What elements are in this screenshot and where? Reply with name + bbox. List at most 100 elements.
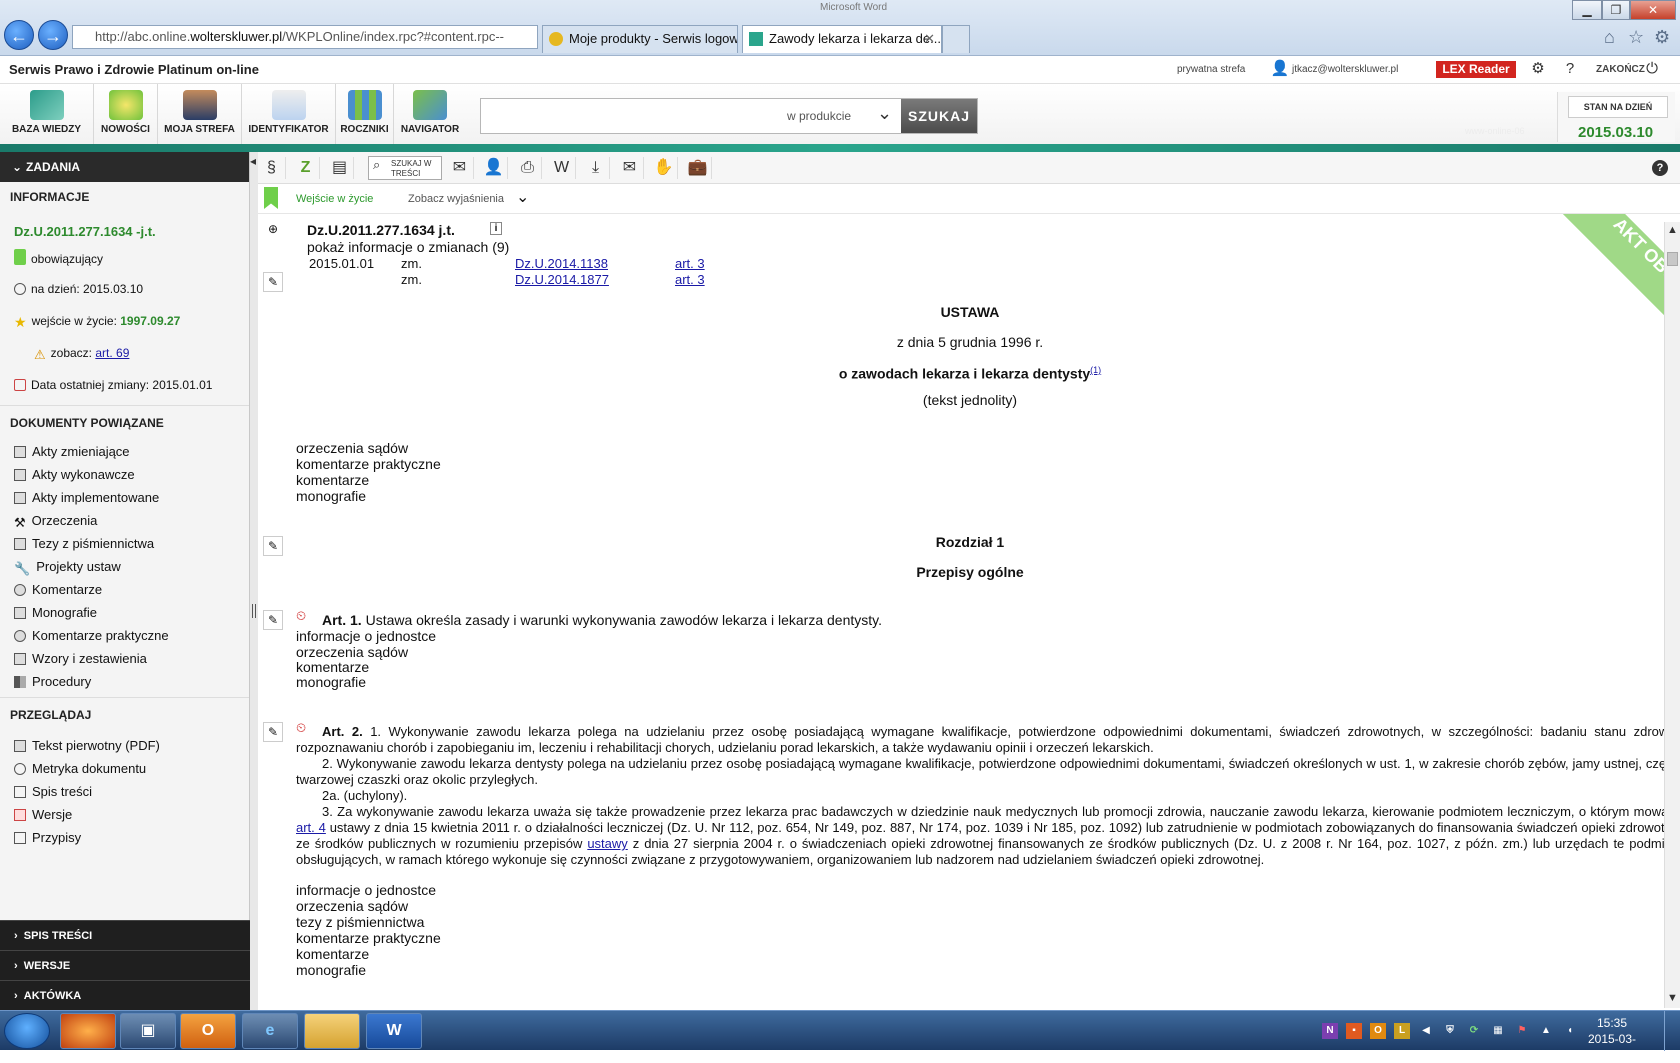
add-note-icon[interactable]: ✎ — [263, 610, 283, 630]
search-in-text-button[interactable]: ⌕ SZUKAJ W TREŚCI — [368, 156, 442, 180]
wersje-panel[interactable]: › WERSJE — [0, 950, 250, 980]
help-icon[interactable]: ? — [1560, 59, 1580, 79]
add-note-icon[interactable]: ✎ — [263, 272, 283, 292]
user-check-icon[interactable]: 👤 — [480, 157, 508, 179]
change-ref-link[interactable]: Dz.U.2014.1877 — [515, 272, 609, 288]
wejscie-tab[interactable]: Wejście w życie — [296, 193, 373, 205]
show-desktop-button[interactable] — [1664, 1011, 1680, 1051]
explorer-folder-icon[interactable] — [304, 1013, 360, 1049]
nav-roczniki[interactable]: ROCZNIKI — [336, 84, 394, 144]
nav-navigator[interactable]: NAVIGATOR — [394, 84, 466, 144]
link-monografie[interactable]: monografie — [296, 962, 366, 978]
link-informacje-jednostka[interactable]: informacje o jednostce — [296, 628, 436, 644]
browser-tab-zawody[interactable]: Zawody lekarza i lekarza de... ✕ — [742, 25, 942, 53]
firefox-icon[interactable] — [60, 1013, 116, 1049]
network-icon[interactable]: ▦ — [1490, 1023, 1506, 1039]
new-tab-button[interactable] — [942, 25, 970, 53]
link-monografie[interactable]: monografie — [296, 488, 366, 504]
chevron-down-icon[interactable]: ⌄ — [516, 187, 529, 207]
gear-icon[interactable]: ⚙ — [1528, 59, 1548, 79]
sidebar-item-projekty-ustaw[interactable]: 🔧 Projekty ustaw — [0, 555, 249, 578]
sidebar-item-wzory[interactable]: Wzory i zestawienia — [0, 647, 249, 670]
sidebar-item-monografie[interactable]: Monografie — [0, 601, 249, 624]
sidebar-item-komentarze-praktyczne[interactable]: Komentarze praktyczne — [0, 624, 249, 647]
volume-icon[interactable]: ◀ — [1418, 1023, 1434, 1039]
lex-tray-icon[interactable]: L — [1394, 1023, 1410, 1039]
nav-nowosci[interactable]: NOWOŚCI — [94, 84, 158, 144]
nav-baza-wiedzy[interactable]: BAZA WIEDZY — [0, 84, 94, 144]
back-button[interactable]: ← — [4, 20, 34, 50]
help-icon[interactable]: ? — [1652, 160, 1668, 176]
paragraph-icon[interactable]: § — [258, 157, 286, 179]
close-window-icon[interactable]: ✕ — [1630, 0, 1676, 20]
stan-na-dzien-button[interactable]: STAN NA DZIEŃ — [1568, 96, 1668, 118]
link-komentarze-praktyczne[interactable]: komentarze praktyczne — [296, 930, 441, 946]
wifi-icon[interactable]: ▲ — [1538, 1023, 1554, 1039]
sidebar-item-akty-implementowane[interactable]: Akty implementowane — [0, 486, 249, 509]
zobacz-art-link[interactable]: art. 69 — [95, 346, 129, 360]
sidebar-item-akty-wykonawcze[interactable]: Akty wykonawcze — [0, 463, 249, 486]
pokaz-zmiany-link[interactable]: pokaż informacje o zmianach (9) — [307, 239, 509, 255]
home-icon[interactable]: ⌂ — [1604, 27, 1615, 48]
link-orzeczenia[interactable]: orzeczenia sądów — [296, 644, 408, 660]
link-orzeczenia[interactable]: orzeczenia sądów — [296, 898, 408, 914]
browser-tab-moje-produkty[interactable]: Moje produkty - Serwis logow... — [542, 25, 738, 53]
document-view-icon[interactable]: ▤ — [326, 157, 354, 179]
outlook-icon[interactable]: O — [180, 1013, 236, 1049]
sidebar-item-procedury[interactable]: Procedury — [0, 670, 249, 693]
scroll-thumb[interactable] — [1667, 252, 1678, 266]
print-icon[interactable]: ⎙ — [514, 157, 542, 179]
footnote-link[interactable]: (1) — [1090, 365, 1101, 375]
word-icon[interactable]: W — [366, 1013, 422, 1049]
mail-icon[interactable]: ✉ — [446, 157, 474, 179]
nav-identyfikator[interactable]: IDENTYFIKATOR — [242, 84, 336, 144]
sidebar-item-wersje[interactable]: Wersje — [0, 803, 249, 826]
add-note-icon[interactable]: ⊕ — [263, 220, 283, 240]
onenote-tray-icon[interactable]: N — [1322, 1023, 1338, 1039]
link-orzeczenia[interactable]: orzeczenia sądów — [296, 440, 408, 456]
splitter-handle-icon[interactable] — [252, 604, 256, 618]
search-scope-select[interactable]: w produkcie — [787, 109, 851, 123]
sidebar-item-metryka[interactable]: Metryka dokumentu — [0, 757, 249, 780]
monitor-app-icon[interactable]: ▣ — [120, 1013, 176, 1049]
internet-explorer-icon[interactable]: e — [242, 1013, 298, 1049]
scroll-down-icon[interactable]: ▼ — [1667, 992, 1678, 1004]
search-input[interactable] — [485, 103, 775, 129]
change-art-link[interactable]: art. 3 — [675, 272, 705, 288]
speaker-icon[interactable]: ◖ — [1562, 1023, 1578, 1039]
sidebar-item-spis-tresci[interactable]: Spis treści — [0, 780, 249, 803]
prywatna-strefa-link[interactable]: prywatna strefa — [1177, 64, 1245, 75]
word-export-icon[interactable]: W — [548, 157, 576, 179]
close-tab-icon[interactable]: ✕ — [924, 26, 935, 52]
link-monografie[interactable]: monografie — [296, 674, 366, 690]
address-bar[interactable]: http://abc.online.wolterskluwer.pl/WKPLO… — [72, 25, 538, 49]
sidebar-item-tekst-pierwotny[interactable]: Tekst pierwotny (PDF) — [0, 734, 249, 757]
shield-icon[interactable]: ⛨ — [1442, 1023, 1458, 1039]
link-tezy[interactable]: tezy z piśmiennictwa — [296, 914, 424, 930]
sidebar-item-orzeczenia[interactable]: ⚒ Orzeczenia — [0, 509, 249, 532]
zadania-header[interactable]: ⌄ ZADANIA — [0, 152, 249, 182]
collapse-icon[interactable]: ◂ — [250, 154, 256, 168]
zakoncz-button[interactable]: ZAKOŃCZ — [1596, 64, 1645, 75]
document-scrollbar[interactable]: ▲ ▼ — [1664, 222, 1680, 1008]
add-note-icon[interactable]: ✎ — [263, 722, 283, 742]
flag-icon[interactable]: ⚑ — [1514, 1023, 1530, 1039]
link-informacje-jednostka[interactable]: informacje o jednostce — [296, 882, 436, 898]
link-komentarze[interactable]: komentarze — [296, 659, 369, 675]
settings-gear-icon[interactable]: ⚙ — [1654, 27, 1670, 48]
sync-icon[interactable]: ⟳ — [1466, 1023, 1482, 1039]
minimize-icon[interactable]: ▁ — [1572, 0, 1602, 20]
link-komentarze-praktyczne[interactable]: komentarze praktyczne — [296, 456, 441, 472]
send-mail-icon[interactable]: ✉ — [616, 157, 644, 179]
taskbar-clock[interactable]: 15:35 2015-03-10 — [1582, 1015, 1642, 1063]
sidebar-item-akty-zmieniajace[interactable]: Akty zmieniające — [0, 440, 249, 463]
nav-moja-strefa[interactable]: MOJA STREFA — [158, 84, 242, 144]
art-4-link[interactable]: art. 4 — [296, 820, 326, 835]
scroll-up-icon[interactable]: ▲ — [1667, 224, 1678, 236]
download-icon[interactable]: ⤓ — [582, 157, 610, 179]
spis-tresci-panel[interactable]: › SPIS TREŚCI — [0, 920, 250, 950]
sidebar-item-przypisy[interactable]: Przypisy — [0, 826, 249, 849]
chevron-down-icon[interactable]: ⌄ — [877, 103, 892, 124]
z-icon[interactable]: Z — [292, 157, 320, 179]
info-icon[interactable]: i — [490, 222, 502, 235]
